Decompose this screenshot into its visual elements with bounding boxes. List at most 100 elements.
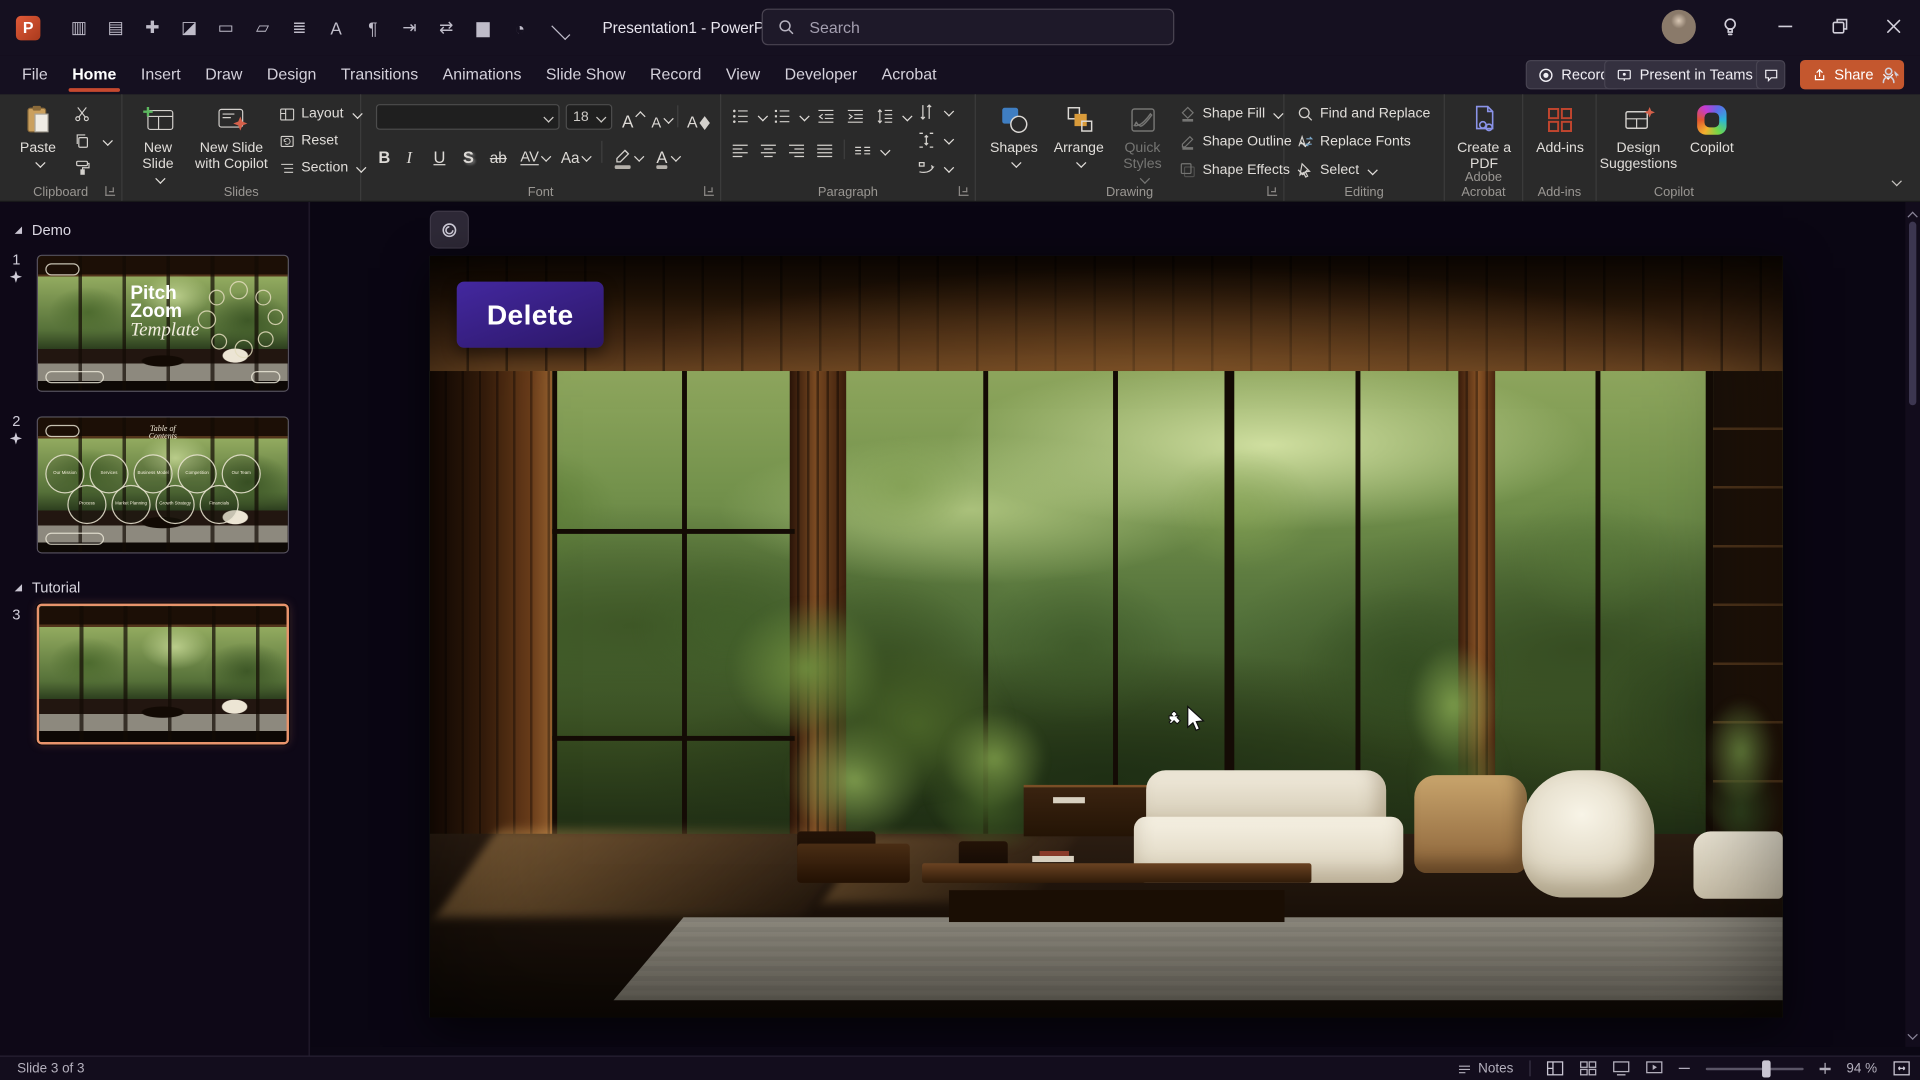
tab-file[interactable]: File — [10, 55, 60, 94]
quick-styles-button[interactable]: Quick Styles — [1113, 97, 1172, 182]
replace-fonts-button[interactable]: Replace Fonts — [1297, 130, 1411, 154]
scrollbar-thumb[interactable] — [1909, 222, 1916, 406]
font-size-combo[interactable]: 18 — [566, 104, 613, 130]
shape-fill-button[interactable]: Shape Fill — [1179, 102, 1282, 126]
font-name-combo[interactable] — [376, 104, 560, 130]
move-objects-icon[interactable]: ✚ — [143, 17, 161, 38]
close-button[interactable] — [1883, 16, 1904, 37]
view-reading-button[interactable] — [1613, 1060, 1630, 1076]
select-button[interactable]: Select — [1297, 158, 1377, 182]
highlight-color-button[interactable] — [613, 140, 642, 166]
tab-home[interactable]: Home — [60, 55, 129, 94]
present-in-teams-button[interactable]: Present in Teams — [1604, 60, 1765, 89]
numbering-button[interactable] — [773, 104, 809, 128]
clipboard-dialog-launcher[interactable] — [105, 186, 115, 196]
align-lines-icon[interactable]: ≣ — [290, 17, 308, 38]
reset-button[interactable]: Reset — [279, 129, 338, 153]
columns-button[interactable] — [853, 138, 889, 162]
font-letter-icon[interactable]: A — [327, 18, 345, 38]
new-slide-with-copilot-button[interactable]: New Slide with Copilot — [191, 97, 272, 173]
font-color-button[interactable]: A — [655, 140, 680, 166]
tab-slide-show[interactable]: Slide Show — [534, 55, 638, 94]
layout-button[interactable]: Layout — [279, 102, 360, 126]
chart-bar-icon[interactable]: ▆ — [474, 17, 492, 38]
copilot-button[interactable]: Copilot — [1680, 97, 1744, 157]
customize-qat-chevron-icon[interactable] — [547, 18, 570, 38]
align-text-button[interactable] — [917, 127, 953, 151]
character-spacing-button[interactable]: AV — [520, 140, 550, 166]
view-normal-button[interactable] — [1546, 1060, 1563, 1076]
tab-record[interactable]: Record — [638, 55, 714, 94]
slide-thumbnail-3-selected[interactable] — [37, 604, 289, 745]
fit-to-window-button[interactable] — [1893, 1060, 1910, 1076]
tab-transitions[interactable]: Transitions — [329, 55, 431, 94]
presenter-coach-icon[interactable] — [1881, 65, 1902, 86]
cut-button[interactable] — [73, 102, 90, 126]
zoom-object-button[interactable] — [430, 211, 469, 249]
change-case-button[interactable]: Aa — [561, 140, 591, 166]
create-a-pdf-button[interactable]: Create a PDF — [1450, 97, 1519, 173]
font-dialog-launcher[interactable] — [704, 186, 714, 196]
distribute-horizontal-icon[interactable]: ▤ — [107, 17, 125, 38]
maximize-restore-button[interactable] — [1829, 16, 1850, 37]
section-header-tutorial[interactable]: Tutorial — [15, 579, 81, 596]
align-center-button[interactable] — [759, 138, 777, 162]
strikethrough-button[interactable]: ab — [490, 140, 507, 166]
text-shadow-button[interactable]: S — [463, 140, 474, 166]
zoom-level[interactable]: 94 % — [1846, 1061, 1877, 1076]
new-slide-button[interactable]: New Slide — [127, 97, 188, 182]
arrange-button[interactable]: Arrange — [1047, 97, 1111, 167]
align-right-button[interactable] — [787, 138, 805, 162]
vertical-scrollbar[interactable] — [1905, 202, 1920, 1047]
notes-button[interactable]: Notes — [1457, 1061, 1513, 1076]
paste-button[interactable]: Paste — [10, 97, 66, 167]
swap-objects-icon[interactable]: ⇄ — [437, 17, 455, 38]
copy-button[interactable] — [73, 129, 111, 153]
tab-draw[interactable]: Draw — [193, 55, 255, 94]
convert-to-smartart-button[interactable] — [917, 156, 953, 180]
underline-button[interactable]: U — [433, 140, 445, 166]
tab-developer[interactable]: Developer — [772, 55, 869, 94]
slide-thumbnail-2[interactable]: Table of Contents Our Mission Services B… — [37, 416, 289, 553]
paragraph-dialog-launcher[interactable] — [959, 186, 969, 196]
format-painter-button[interactable] — [73, 156, 90, 180]
zoom-out-button[interactable] — [1679, 1067, 1690, 1069]
shape-style-icon[interactable]: ◔ — [511, 18, 529, 38]
design-suggestions-button[interactable]: Design Suggestions — [1599, 97, 1677, 173]
section-header-demo[interactable]: Demo — [15, 222, 71, 239]
slide-thumbnail-1[interactable]: Pitch Zoom Template — [37, 255, 289, 392]
find-and-replace-button[interactable]: Find and Replace — [1297, 102, 1431, 126]
drawing-dialog-launcher[interactable] — [1267, 186, 1277, 196]
zoom-in-button[interactable] — [1819, 1063, 1830, 1074]
zoom-slider-thumb[interactable] — [1762, 1060, 1771, 1077]
scroll-down-icon[interactable] — [1909, 1022, 1916, 1044]
avatar[interactable] — [1662, 10, 1696, 44]
shapes-button[interactable]: Shapes — [983, 97, 1044, 167]
shape-corner-icon[interactable]: ◪ — [180, 17, 198, 38]
paragraph-marks-icon[interactable]: ¶ — [364, 18, 382, 38]
search-box[interactable] — [762, 9, 1175, 46]
zoom-slider[interactable] — [1706, 1067, 1804, 1069]
view-slide-sorter-button[interactable] — [1579, 1060, 1596, 1076]
search-input[interactable] — [807, 17, 1118, 38]
minimize-button[interactable] — [1774, 15, 1796, 37]
justify-button[interactable] — [816, 138, 834, 162]
bold-button[interactable]: B — [378, 140, 390, 166]
add-ins-button[interactable]: Add-ins — [1528, 97, 1592, 157]
increase-indent-button[interactable] — [846, 104, 864, 128]
collapse-ribbon-chevron-icon[interactable] — [1889, 169, 1900, 191]
crop-icon[interactable]: ▱ — [253, 17, 271, 38]
tab-view[interactable]: View — [714, 55, 773, 94]
align-left-button[interactable] — [731, 138, 749, 162]
shrink-font-button[interactable]: A — [651, 104, 672, 130]
grow-font-button[interactable]: A — [622, 104, 644, 130]
clear-formatting-button[interactable]: A — [687, 104, 709, 130]
placeholder-box-icon[interactable]: ▭ — [217, 17, 235, 38]
text-direction-button[interactable] — [917, 99, 953, 123]
section-button[interactable]: Section — [279, 156, 365, 180]
powerpoint-logo-icon[interactable]: P — [16, 15, 40, 39]
lightbulb-icon[interactable] — [1719, 16, 1741, 38]
comments-button[interactable] — [1756, 60, 1785, 89]
tab-animations[interactable]: Animations — [430, 55, 533, 94]
slide-3-canvas[interactable]: Delete — [430, 256, 1783, 1018]
